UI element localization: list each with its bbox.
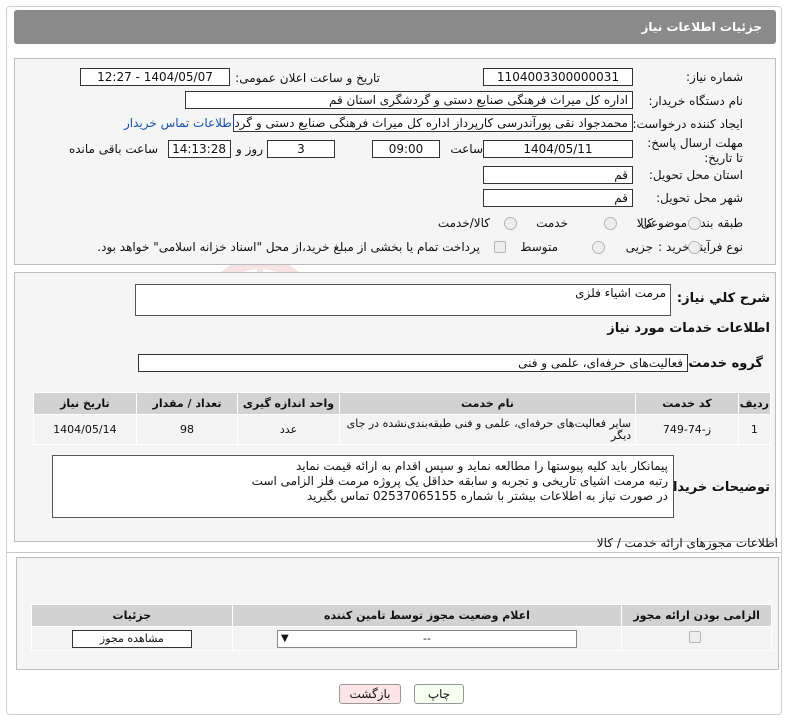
- buyer-contact-link[interactable]: اطلاعات تماس خریدار: [124, 116, 235, 130]
- col-unit: واحد اندازه گیری: [237, 392, 340, 415]
- buyer-org-field: اداره کل میراث فرهنگی صنایع دستی و گردشگ…: [185, 91, 633, 109]
- col-name: نام خدمت: [338, 392, 637, 415]
- category-radio-service[interactable]: [604, 217, 617, 230]
- col-row: ردیف: [737, 392, 772, 415]
- cell-name: سایر فعالیت‌های حرفه‌ای، علمی و فنی طبقه…: [338, 414, 637, 445]
- category-radio-goods[interactable]: [688, 217, 701, 230]
- buyer-notes-field: پیمانکار باید کلیه پیوستها را مطالعه نما…: [52, 455, 674, 518]
- process-option-medium: متوسط: [520, 240, 558, 254]
- deadline-time-field: 09:00: [372, 140, 440, 158]
- permit-status-value: --: [423, 631, 431, 645]
- category-option-goods: کالا: [636, 216, 653, 230]
- treasury-payment-note: پرداخت تمام یا بخشی از مبلغ خرید،از محل …: [97, 240, 480, 254]
- deadline-time-label: ساعت: [450, 142, 483, 156]
- summary-field: مرمت اشیاء فلزی: [135, 284, 671, 316]
- service-group-field: فعالیت‌های حرفه‌ای، علمی و فنی: [138, 354, 688, 372]
- view-permit-button[interactable]: مشاهده مجوز: [71, 629, 192, 648]
- services-table: ردیف کد خدمت نام خدمت واحد اندازه گیری ت…: [33, 392, 772, 445]
- deadline-label: مهلت ارسال پاسخ: تا تاریخ:: [647, 136, 743, 165]
- need-number-field: 1104003300000031: [483, 68, 633, 86]
- permit-col-required: الزامی بودن ارائه مجوز: [621, 604, 772, 627]
- days-field: 3: [267, 140, 335, 158]
- deadline-date-field: 1404/05/11: [483, 140, 633, 158]
- print-button[interactable]: چاپ: [414, 684, 464, 704]
- province-label: استان محل تحویل:: [648, 168, 743, 182]
- city-field: قم: [483, 189, 633, 207]
- permit-required-cell: [621, 626, 772, 651]
- process-radio-medium[interactable]: [592, 241, 605, 254]
- remaining-label: ساعت باقی مانده: [68, 142, 158, 156]
- notes-line: در صورت نیاز به اطلاعات بیشتر با شماره 0…: [306, 489, 668, 503]
- province-field: قم: [483, 166, 633, 184]
- permit-status-cell: -- ▼: [231, 626, 623, 651]
- cell-qty: 98: [135, 414, 239, 445]
- services-title: اطلاعات خدمات مورد نیاز: [607, 321, 770, 336]
- permit-details-cell: مشاهده مجوز: [31, 626, 233, 651]
- permit-status-select[interactable]: -- ▼: [277, 629, 577, 648]
- back-button[interactable]: بازگشت: [339, 684, 401, 704]
- permits-title: اطلاعات مجوزهای ارائه خدمت / کالا: [596, 536, 778, 550]
- creator-field: محمدجواد نقی پورآندرسی کارپرداز اداره کل…: [233, 114, 633, 132]
- announce-field: 1404/05/07 - 12:27: [80, 68, 230, 86]
- process-radio-minor[interactable]: [688, 241, 701, 254]
- category-option-both: کالا/خدمت: [437, 216, 490, 230]
- notes-line: رتبه مرمت اشیای تاریخی و تجربه و سابقه ح…: [251, 474, 668, 488]
- process-option-minor: جزیی: [625, 240, 653, 254]
- col-code: کد خدمت: [635, 392, 739, 415]
- cell-date: 1404/05/14: [33, 414, 137, 445]
- page-header: جزئیات اطلاعات نیاز: [14, 10, 776, 44]
- service-group-label: گروه خدمت:: [683, 356, 763, 371]
- need-number-label: شماره نیاز:: [686, 70, 743, 84]
- permit-col-details: جزئیات: [31, 604, 233, 627]
- cell-row: 1: [737, 414, 772, 445]
- permit-required-checkbox[interactable]: [689, 631, 701, 643]
- permits-divider: [6, 552, 782, 553]
- table-row: 1 ز-74-749 سایر فعالیت‌های حرفه‌ای، علمی…: [33, 414, 772, 445]
- notes-line: پیمانکار باید کلیه پیوستها را مطالعه نما…: [295, 459, 668, 473]
- permit-col-status: اعلام وضعیت مجوز توسط تامین کننده: [231, 604, 623, 627]
- creator-label: ایجاد کننده درخواست:: [632, 117, 743, 131]
- category-radio-both[interactable]: [504, 217, 517, 230]
- cell-code: ز-74-749: [635, 414, 739, 445]
- remaining-time-field: 14:13:28: [168, 140, 231, 158]
- days-label: روز و: [236, 142, 263, 156]
- buyer-notes-label: توضیحات خریدار:: [660, 480, 770, 495]
- permits-table: الزامی بودن ارائه مجوز اعلام وضعیت مجوز …: [31, 604, 772, 651]
- city-label: شهر محل تحویل:: [656, 191, 743, 205]
- buyer-org-label: نام دستگاه خریدار:: [648, 94, 744, 108]
- category-option-service: خدمت: [536, 216, 568, 230]
- summary-label: شرح کلي نياز:: [676, 291, 770, 306]
- table-row: -- ▼ مشاهده مجوز: [31, 626, 772, 651]
- col-date: تاریخ نیاز: [33, 392, 137, 415]
- cell-unit: عدد: [237, 414, 340, 445]
- treasury-payment-checkbox[interactable]: [494, 241, 506, 253]
- col-qty: تعداد / مقدار: [135, 392, 239, 415]
- chevron-down-icon: ▼: [281, 632, 289, 644]
- announce-label: تاریخ و ساعت اعلان عمومی:: [235, 71, 380, 85]
